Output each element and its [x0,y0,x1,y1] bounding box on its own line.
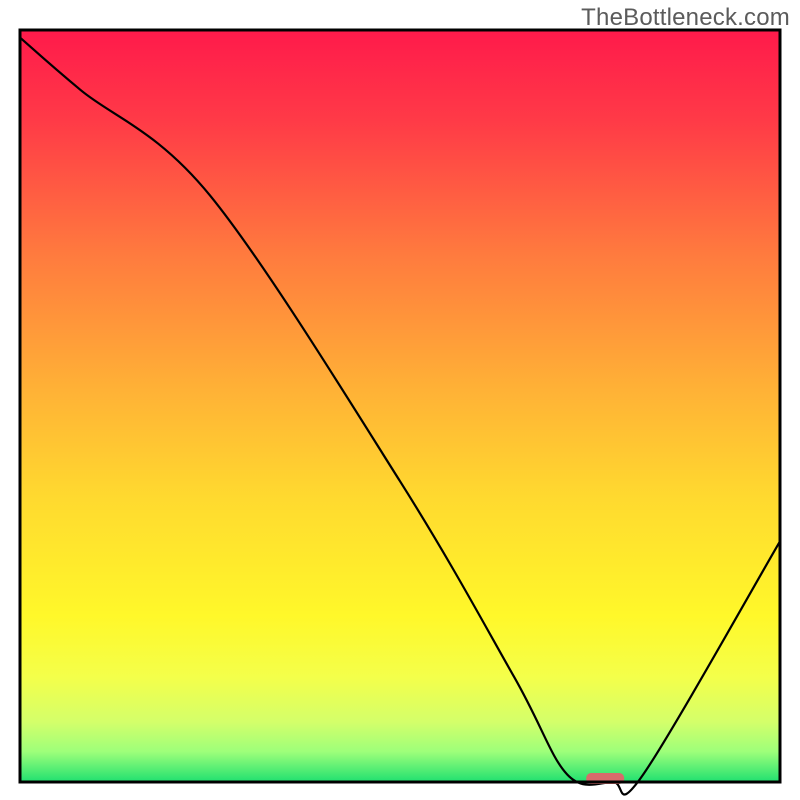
chart-background [20,30,780,782]
watermark-text: TheBottleneck.com [581,4,790,32]
bottleneck-chart [0,0,800,800]
chart-container: TheBottleneck.com [0,0,800,800]
